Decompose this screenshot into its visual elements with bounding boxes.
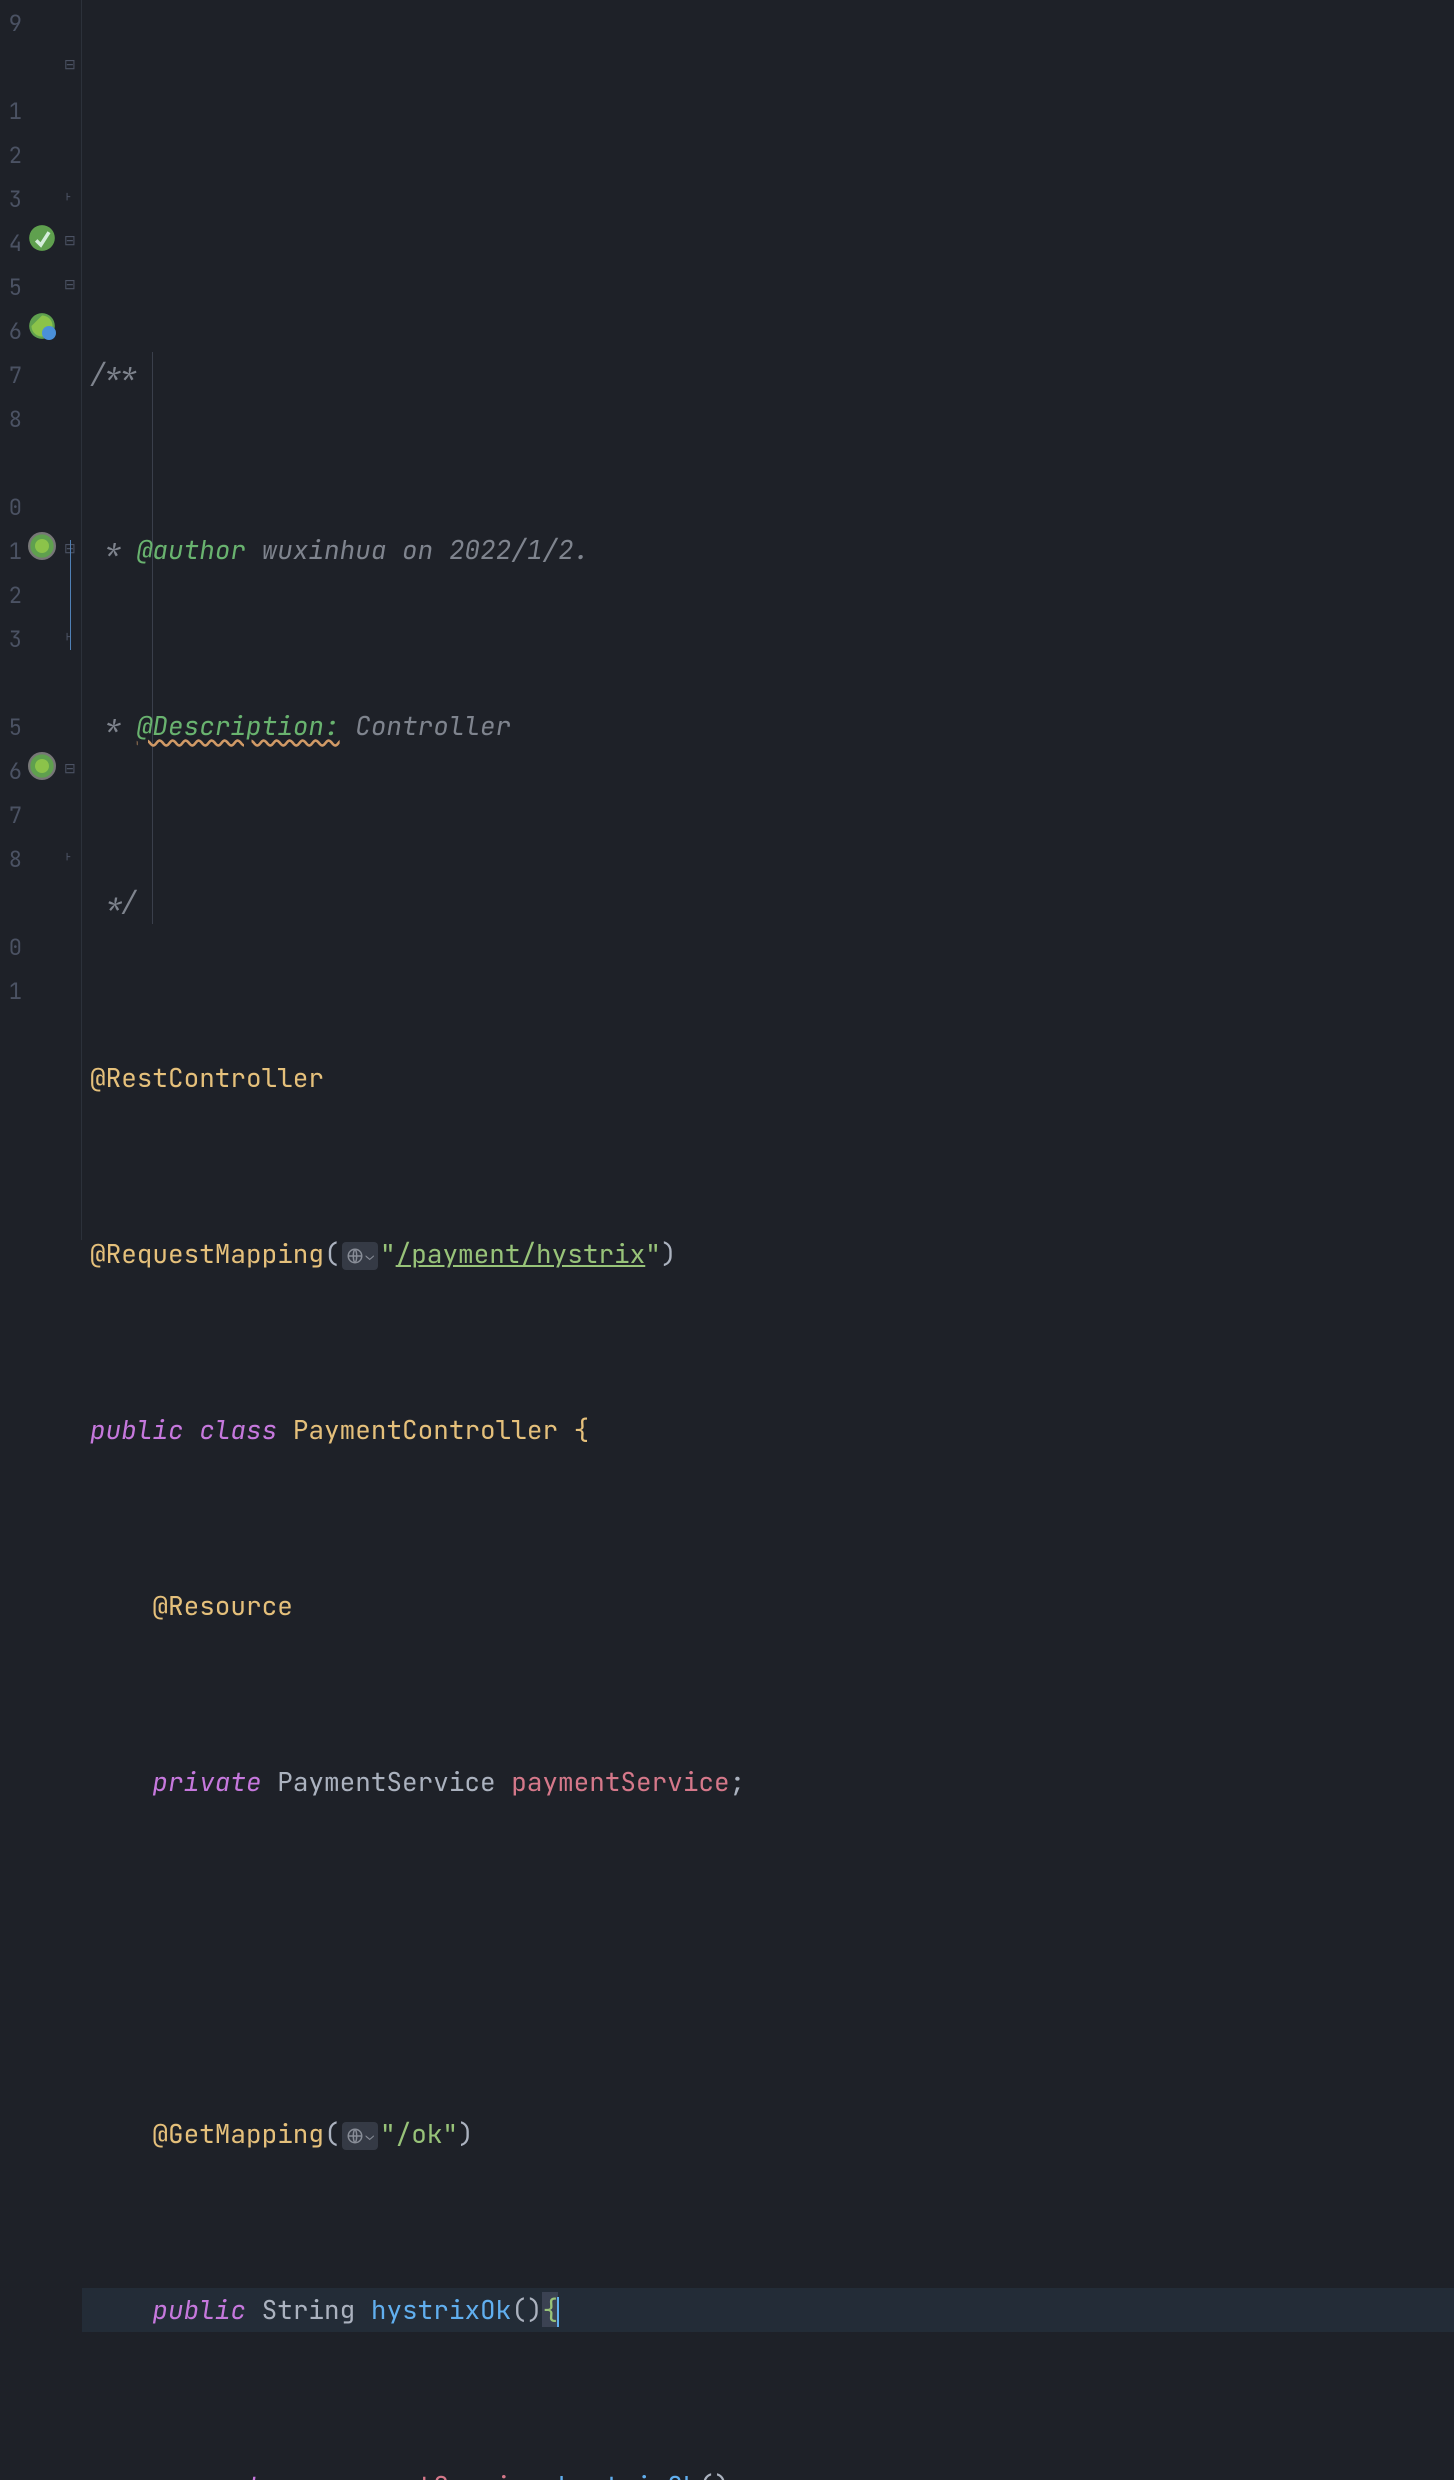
web-endpoint-gutter-icon[interactable] [28,532,56,560]
code-area[interactable]: /** * @author wuxinhua on 2022/1/2. * @D… [82,0,1454,1240]
code-line: private PaymentService paymentService; [90,1760,1454,1804]
line-number-gutter: 9 1 2 3 4 5 6 7 8 0 1 2 3 5 6 7 8 0 1 [0,0,22,1240]
spring-component-gutter-icon[interactable] [28,312,56,340]
code-line-current: public String hystrixOk(){ [82,2288,1454,2332]
code-line: */ [90,880,1454,924]
url-inlay-hint[interactable]: ⌄ [342,1242,378,1270]
code-line: @RequestMapping(⌄"/payment/hystrix") [90,1232,1454,1276]
code-editor[interactable]: 9 1 2 3 4 5 6 7 8 0 1 2 3 5 6 7 8 0 1 [0,0,1454,1240]
code-line: @GetMapping(⌄"/ok") [90,2112,1454,2156]
code-line [90,1936,1454,1980]
code-line: @RestController [90,1056,1454,1100]
code-line: @Resource [90,1584,1454,1628]
url-inlay-hint[interactable]: ⌄ [342,2122,378,2150]
spring-bean-gutter-icon[interactable] [28,224,56,252]
caret [557,2297,559,2327]
gutter-icon-column [22,0,62,1240]
code-line [90,176,1454,220]
code-line: return paymentService.hystrixOk(); [90,2464,1454,2480]
code-line: public class PaymentController { [90,1408,1454,1452]
web-endpoint-gutter-icon[interactable] [28,752,56,780]
fold-gutter[interactable]: ⊟ ⊦ ⊟ ⊟ ⊟ ⊦ ⊟ ⊦ [62,0,82,1240]
code-line: * @author wuxinhua on 2022/1/2. [90,528,1454,572]
code-line: * @Description: Controller [90,704,1454,748]
code-line: /** [90,352,1454,396]
